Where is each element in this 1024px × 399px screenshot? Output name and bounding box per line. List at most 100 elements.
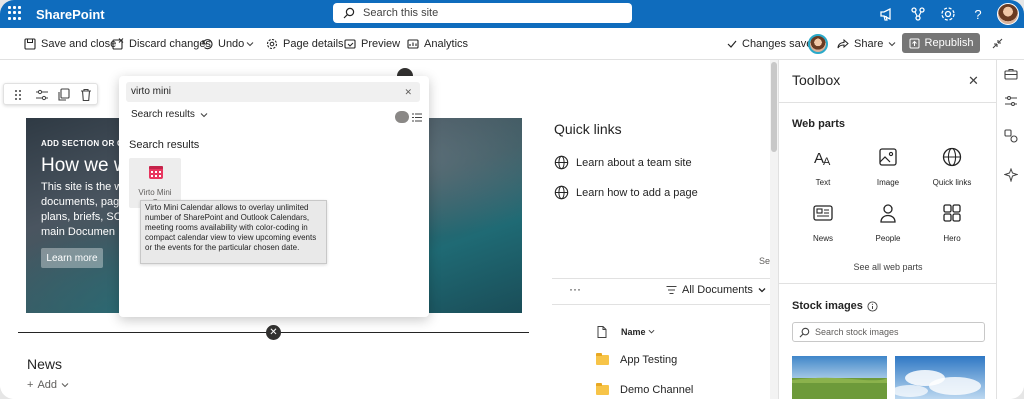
chevron-down-icon [61,383,69,388]
app-name[interactable]: SharePoint [36,7,105,22]
page-details-button[interactable]: Page details [266,37,344,51]
page-details-label: Page details [283,38,344,50]
section-toolbar [3,83,98,105]
learn-more-button[interactable]: Learn more [41,248,103,268]
analytics-button[interactable]: Analytics [407,37,468,51]
quick-link-label: Learn how to add a page [576,186,698,199]
column-header-name[interactable]: Name [621,327,655,337]
preview-icon [344,39,356,49]
hero-grid-icon [943,204,961,222]
globe-icon [942,147,962,167]
see-all-web-parts-link[interactable]: See all web parts [779,262,997,272]
save-and-close-label: Save and close [41,38,117,50]
site-search-input[interactable]: Search this site [333,3,632,23]
document-row[interactable]: App Testing [596,353,677,366]
divider [552,278,770,279]
hero-body: This site is the w documents, pag plans,… [41,181,123,238]
clear-search-icon[interactable]: ✕ [404,82,412,102]
stock-image-thumbnail[interactable] [792,356,887,399]
user-avatar[interactable] [997,3,1019,25]
help-icon[interactable]: ? [969,5,987,23]
web-part-label: News [812,234,833,243]
design-ideas-icon[interactable] [1004,129,1018,143]
scrollbar-thumb[interactable] [771,62,777,152]
megaphone-icon[interactable] [878,5,896,23]
share-button[interactable]: Share [837,37,896,51]
duplicate-icon[interactable] [56,87,72,103]
person-icon [880,204,896,223]
stock-images-search-input[interactable]: Search stock images [792,322,985,342]
canvas-scrollbar[interactable] [770,60,778,399]
preview-label: Preview [361,38,401,50]
copilot-sparkle-icon[interactable] [1003,167,1019,183]
web-part-label: Hero [943,234,961,243]
discard-changes-button[interactable]: Discard changes [112,37,211,51]
web-part-label: Image [876,178,900,187]
hero-title: How we w [41,155,128,176]
chevron-down-icon [648,329,655,334]
plus-icon: + [27,379,34,391]
chevron-down-icon [200,112,208,117]
discard-icon [112,38,124,50]
grid-view-icon[interactable] [395,111,409,123]
web-part-search-input[interactable]: virto mini ✕ [126,82,420,102]
stock-search-placeholder: Search stock images [815,327,899,337]
svg-text:A: A [823,156,831,168]
collapse-icon[interactable] [991,37,1004,50]
gear-icon [266,38,278,50]
search-scope-dropdown[interactable]: Search results [131,109,208,120]
web-part-text[interactable]: AA Text [793,146,853,187]
checkmark-icon [727,40,737,48]
undo-dropdown[interactable] [246,37,254,51]
web-part-quick-links[interactable]: Quick links [922,146,982,187]
delete-icon[interactable] [78,87,94,103]
gear-icon[interactable] [939,5,957,23]
view-toggle[interactable] [395,111,423,123]
filter-lines-icon [666,285,677,295]
save-status: Changes saved [727,37,818,51]
republish-button[interactable]: Republish [902,33,980,53]
see-all-link[interactable]: Se [759,256,770,266]
save-and-close-button[interactable]: Save and close [24,37,116,51]
share-icon [837,38,849,49]
search-icon [799,327,810,338]
settings-sliders-icon[interactable] [1004,94,1018,108]
coauthor-avatar[interactable] [808,34,828,54]
preview-button[interactable]: Preview [344,37,400,51]
quick-link-item[interactable]: Learn about a team site [554,155,692,170]
web-part-description-tooltip: Virto Mini Calendar allows to overlay un… [140,200,327,264]
view-label: All Documents [682,284,753,296]
divider [779,283,997,284]
document-row[interactable]: Demo Channel [596,383,694,396]
share-network-icon[interactable] [909,5,927,23]
app-window: SharePoint Search this site ? Save and c… [0,0,1024,399]
add-news-label: Add [37,379,58,391]
suite-bar: SharePoint Search this site ? [0,0,1024,28]
stock-image-thumbnail[interactable] [895,356,985,399]
add-news-button[interactable]: + Add [27,379,69,391]
text-icon: AA [814,150,831,168]
toolbox-icon[interactable] [1004,67,1018,81]
list-view-icon[interactable] [412,113,422,122]
drag-handle-icon[interactable] [10,87,26,103]
web-part-news[interactable]: News [793,202,853,243]
search-scope-label: Search results [131,109,195,120]
web-part-hero[interactable]: Hero [922,202,982,243]
more-options-button[interactable]: ··· [569,282,581,296]
close-icon[interactable]: ✕ [968,73,979,89]
document-name: Demo Channel [620,384,694,396]
quick-link-item[interactable]: Learn how to add a page [554,185,698,200]
app-launcher-icon[interactable] [8,6,22,20]
undo-button[interactable]: Undo [201,37,244,51]
edit-properties-icon[interactable] [34,87,50,103]
info-icon[interactable] [867,300,878,312]
close-icon[interactable]: ✕ [266,325,281,340]
web-part-people[interactable]: People [858,202,918,243]
toolbox-title: Toolbox [792,72,841,88]
search-placeholder: Search this site [363,7,439,19]
web-part-image[interactable]: Image [858,146,918,187]
undo-icon [202,39,213,50]
quick-link-label: Learn about a team site [576,156,692,169]
folder-icon [596,383,609,395]
view-selector[interactable]: All Documents [666,284,766,296]
